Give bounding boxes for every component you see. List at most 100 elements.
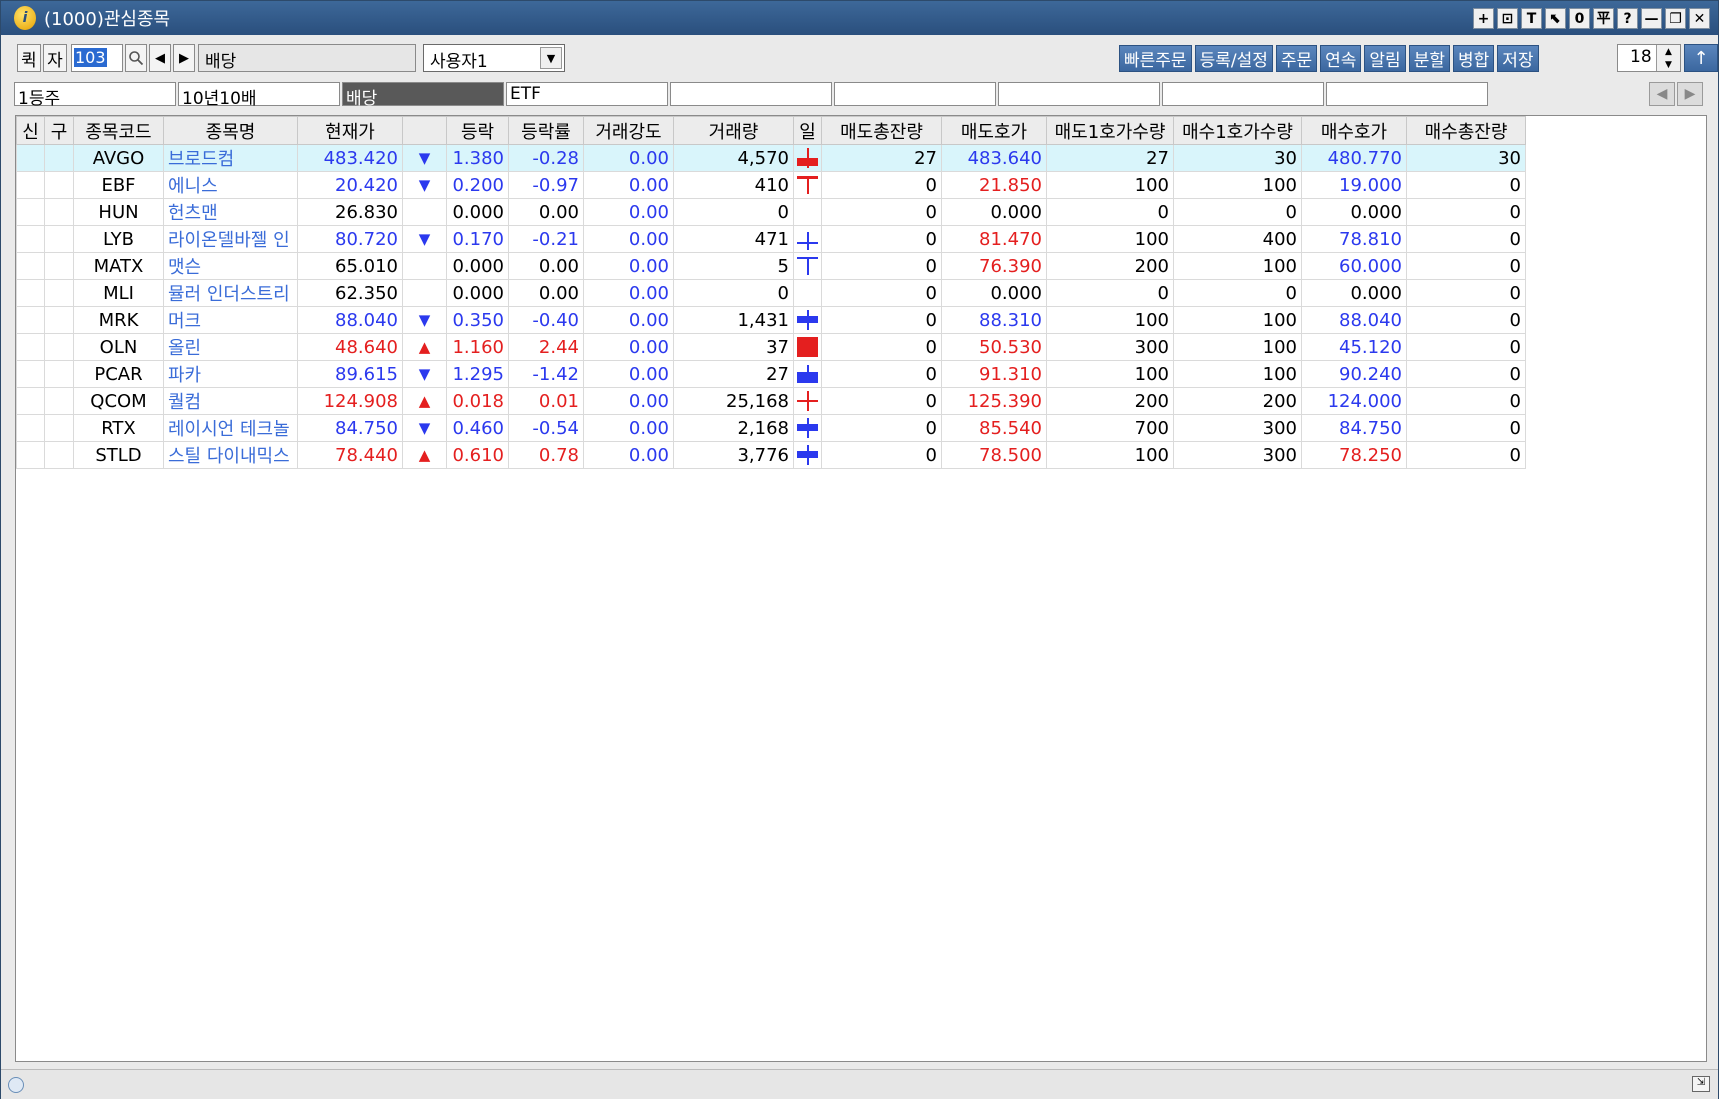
cell-ask1-qty[interactable]: 700 xyxy=(1046,414,1174,442)
cell-bid[interactable]: 45.120 xyxy=(1301,333,1407,361)
cell-change[interactable]: 0.000 xyxy=(446,198,509,226)
table-row[interactable]: MLI 뮬러 인더스트리 62.350 0.000 0.00 0.00 0 0 0.000 0 0 0… xyxy=(16,279,1526,307)
cell-bid[interactable]: 0.000 xyxy=(1301,279,1407,307)
cell-bid-total[interactable]: 0 xyxy=(1406,225,1526,253)
cell-price[interactable]: 48.640 xyxy=(297,333,403,361)
cell-code[interactable]: MATX xyxy=(73,252,164,280)
cell-change[interactable]: 1.380 xyxy=(446,144,509,172)
cell-day-candle[interactable] xyxy=(793,306,822,334)
group-name-field[interactable]: 배당 xyxy=(198,44,416,72)
cell-bid1-qty[interactable]: 300 xyxy=(1173,414,1302,442)
cell-ask[interactable]: 0.000 xyxy=(941,198,1047,226)
cell-price[interactable]: 84.750 xyxy=(297,414,403,442)
tab-group-8[interactable] xyxy=(1162,82,1324,106)
pin-icon[interactable]: 平 xyxy=(1593,8,1614,29)
cell-day-candle[interactable] xyxy=(793,279,822,307)
tab-group-7[interactable] xyxy=(998,82,1160,106)
col-header-bid-total[interactable]: 매수총잔량 xyxy=(1406,116,1526,145)
cell-volume[interactable]: 3,776 xyxy=(673,441,794,469)
row-count-stepper[interactable]: 18 ▲ ▼ xyxy=(1617,44,1681,72)
cell-ask1-qty[interactable]: 100 xyxy=(1046,360,1174,388)
cell-bid1-qty[interactable]: 100 xyxy=(1173,171,1302,199)
cell-ask1-qty[interactable]: 200 xyxy=(1046,387,1174,415)
col-header-name[interactable]: 종목명 xyxy=(163,116,298,145)
tab-group-6[interactable] xyxy=(834,82,996,106)
cell-volume[interactable]: 471 xyxy=(673,225,794,253)
cell-change[interactable]: 0.460 xyxy=(446,414,509,442)
cell-price[interactable]: 20.420 xyxy=(297,171,403,199)
cell-day-candle[interactable] xyxy=(793,252,822,280)
down-triangle-icon[interactable]: ▼ xyxy=(402,414,447,442)
cell-day-candle[interactable] xyxy=(793,198,822,226)
cell-type[interactable] xyxy=(44,171,74,199)
col-header-bid1-qty[interactable]: 매수1호가수량 xyxy=(1173,116,1302,145)
cell-ask1-qty[interactable]: 100 xyxy=(1046,306,1174,334)
cell-change[interactable]: 0.170 xyxy=(446,225,509,253)
cell-bid[interactable]: 78.810 xyxy=(1301,225,1407,253)
search-icon[interactable] xyxy=(125,44,147,72)
zero-icon[interactable]: 0 xyxy=(1569,8,1590,29)
cell-bid[interactable]: 124.000 xyxy=(1301,387,1407,415)
cell-code[interactable]: LYB xyxy=(73,225,164,253)
table-row[interactable]: STLD 스틸 다이내믹스 78.440 ▲ 0.610 0.78 0.00 3,776 0 78… xyxy=(16,441,1526,469)
cell-bid-total[interactable]: 0 xyxy=(1406,333,1526,361)
col-header-type[interactable]: 구 xyxy=(44,116,74,145)
cell-bid1-qty[interactable]: 100 xyxy=(1173,252,1302,280)
cell-price[interactable]: 26.830 xyxy=(297,198,403,226)
cell-volume[interactable]: 2,168 xyxy=(673,414,794,442)
tab-group-1[interactable]: 1등주 xyxy=(14,82,176,109)
cell-direction[interactable] xyxy=(402,279,447,307)
cell-day-candle[interactable] xyxy=(793,441,822,469)
col-header-price[interactable]: 현재가 xyxy=(297,116,403,145)
cell-bid1-qty[interactable]: 0 xyxy=(1173,198,1302,226)
table-row[interactable]: QCOM 퀄컴 124.908 ▲ 0.018 0.01 0.00 25,168 0 125.39… xyxy=(16,387,1526,415)
cell-bid[interactable]: 0.000 xyxy=(1301,198,1407,226)
cell-ask[interactable]: 88.310 xyxy=(941,306,1047,334)
cell-ask[interactable]: 50.530 xyxy=(941,333,1047,361)
cell-strength[interactable]: 0.00 xyxy=(583,144,674,172)
cell-type[interactable] xyxy=(44,144,74,172)
table-row[interactable]: MATX 맷슨 65.010 0.000 0.00 0.00 5 0 76.390 200 100 6… xyxy=(16,252,1526,280)
continuous-button[interactable]: 연속 xyxy=(1320,45,1362,72)
cell-bid1-qty[interactable]: 100 xyxy=(1173,360,1302,388)
alert-button[interactable]: 알림 xyxy=(1364,45,1406,72)
col-header-volume[interactable]: 거래량 xyxy=(673,116,794,145)
cell-code[interactable]: PCAR xyxy=(73,360,164,388)
cell-name[interactable]: 올린 xyxy=(163,333,298,361)
cell-volume[interactable]: 4,570 xyxy=(673,144,794,172)
down-triangle-icon[interactable]: ▼ xyxy=(402,360,447,388)
cell-code[interactable]: QCOM xyxy=(73,387,164,415)
cell-new[interactable] xyxy=(16,360,45,388)
cell-ask-total[interactable]: 0 xyxy=(821,225,942,253)
cell-name[interactable]: 브로드컴 xyxy=(163,144,298,172)
table-row[interactable]: LYB 라이온델바젤 인 80.720 ▼ 0.170 -0.21 0.00 471 0 81.4… xyxy=(16,225,1526,253)
cell-new[interactable] xyxy=(16,333,45,361)
cell-rate[interactable]: -1.42 xyxy=(508,360,584,388)
cell-type[interactable] xyxy=(44,306,74,334)
cell-type[interactable] xyxy=(44,279,74,307)
cell-ask1-qty[interactable]: 100 xyxy=(1046,441,1174,469)
table-row[interactable]: HUN 헌츠맨 26.830 0.000 0.00 0.00 0 0 0.000 0 0 0.000 0 xyxy=(16,198,1526,226)
cell-day-candle[interactable] xyxy=(793,387,822,415)
cell-type[interactable] xyxy=(44,252,74,280)
cell-price[interactable]: 78.440 xyxy=(297,441,403,469)
cell-ask-total[interactable]: 0 xyxy=(821,252,942,280)
tab-group-9[interactable] xyxy=(1326,82,1488,106)
cell-price[interactable]: 89.615 xyxy=(297,360,403,388)
stepper-arrows-icon[interactable]: ▲ ▼ xyxy=(1656,45,1680,71)
cell-ask[interactable]: 0.000 xyxy=(941,279,1047,307)
cell-code[interactable]: MLI xyxy=(73,279,164,307)
down-triangle-icon[interactable]: ▼ xyxy=(402,171,447,199)
col-header-change[interactable]: 등락 xyxy=(446,116,509,145)
cell-bid[interactable]: 480.770 xyxy=(1301,144,1407,172)
order-button[interactable]: 주문 xyxy=(1275,45,1318,72)
cell-code[interactable]: STLD xyxy=(73,441,164,469)
cell-strength[interactable]: 0.00 xyxy=(583,306,674,334)
cell-rate[interactable]: -0.97 xyxy=(508,171,584,199)
cell-new[interactable] xyxy=(16,387,45,415)
minimize-icon[interactable]: — xyxy=(1641,8,1662,29)
cell-rate[interactable]: 2.44 xyxy=(508,333,584,361)
cell-volume[interactable]: 0 xyxy=(673,198,794,226)
cell-name[interactable]: 머크 xyxy=(163,306,298,334)
chevron-down-icon[interactable]: ▼ xyxy=(540,47,562,69)
